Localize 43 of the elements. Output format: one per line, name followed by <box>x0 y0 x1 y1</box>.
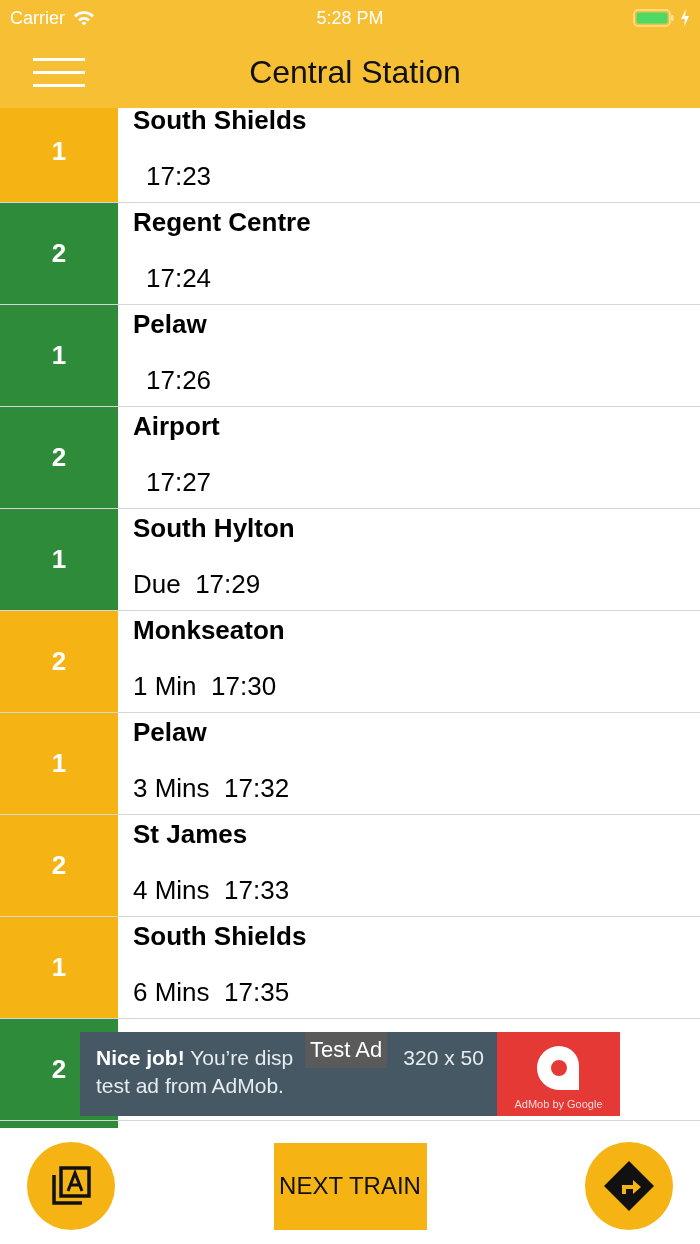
directions-sign-icon <box>603 1160 655 1212</box>
destination-name: Monkseaton <box>133 615 286 645</box>
ad-banner[interactable]: Nice job! You’re disp 320 x 50 test ad from AdMob. Test Ad <box>80 1032 497 1116</box>
text-layers-icon <box>51 1166 91 1206</box>
next-train-button[interactable]: NEXT TRAIN <box>273 1142 427 1230</box>
platform-number: 1 <box>51 748 67 779</box>
arrival-time: 6 Mins 17:35 <box>133 977 290 1007</box>
arrival-time: 1 Min 17:30 <box>133 671 277 701</box>
platform-number: 1 <box>51 340 67 371</box>
ad-message: test ad from AdMob. <box>96 1073 285 1099</box>
ad-brand: AdMob by Google <box>514 1098 603 1110</box>
ad-message: Nice job! You’re disp <box>96 1045 294 1071</box>
platform-number: 1 <box>51 136 67 167</box>
arrival-time: 17:24 <box>146 263 212 293</box>
battery-icon <box>633 9 675 27</box>
arrival-time: 17:23 <box>146 161 212 191</box>
destination-name: South Shields <box>133 921 308 951</box>
arrival-time: 3 Mins 17:32 <box>133 773 290 803</box>
charging-icon <box>680 9 690 27</box>
arrival-time: 4 Mins 17:33 <box>133 875 290 905</box>
destination-name: Airport <box>133 411 221 441</box>
test-ad-label: Test Ad <box>305 1032 388 1068</box>
destination-name: Regent Centre <box>133 207 312 237</box>
platform-number: 2 <box>51 1054 67 1085</box>
status-time: 5:28 PM <box>316 7 384 28</box>
arrival-time: 17:27 <box>146 467 212 497</box>
arrival-time: Due 17:29 <box>133 569 261 599</box>
platform-number: 2 <box>51 442 67 473</box>
destination-name: Pelaw <box>133 717 208 747</box>
destination-name: Pelaw <box>133 309 208 339</box>
carrier-name: Carrier <box>10 7 65 29</box>
destination-name: South Hylton <box>133 513 296 543</box>
platform-number: 2 <box>51 850 67 881</box>
platform-number: 1 <box>51 952 67 983</box>
platform-number: 1 <box>51 544 67 575</box>
destination-name: South Shields <box>133 105 308 135</box>
destination-name: St James <box>133 819 249 849</box>
platform-number: 2 <box>51 238 67 269</box>
wifi-icon <box>73 10 95 26</box>
platform-number: 2 <box>51 646 67 677</box>
arrival-time: 17:26 <box>146 365 212 395</box>
ad-message: 320 x 50 <box>403 1045 484 1071</box>
screen-title: Central Station <box>249 53 461 91</box>
